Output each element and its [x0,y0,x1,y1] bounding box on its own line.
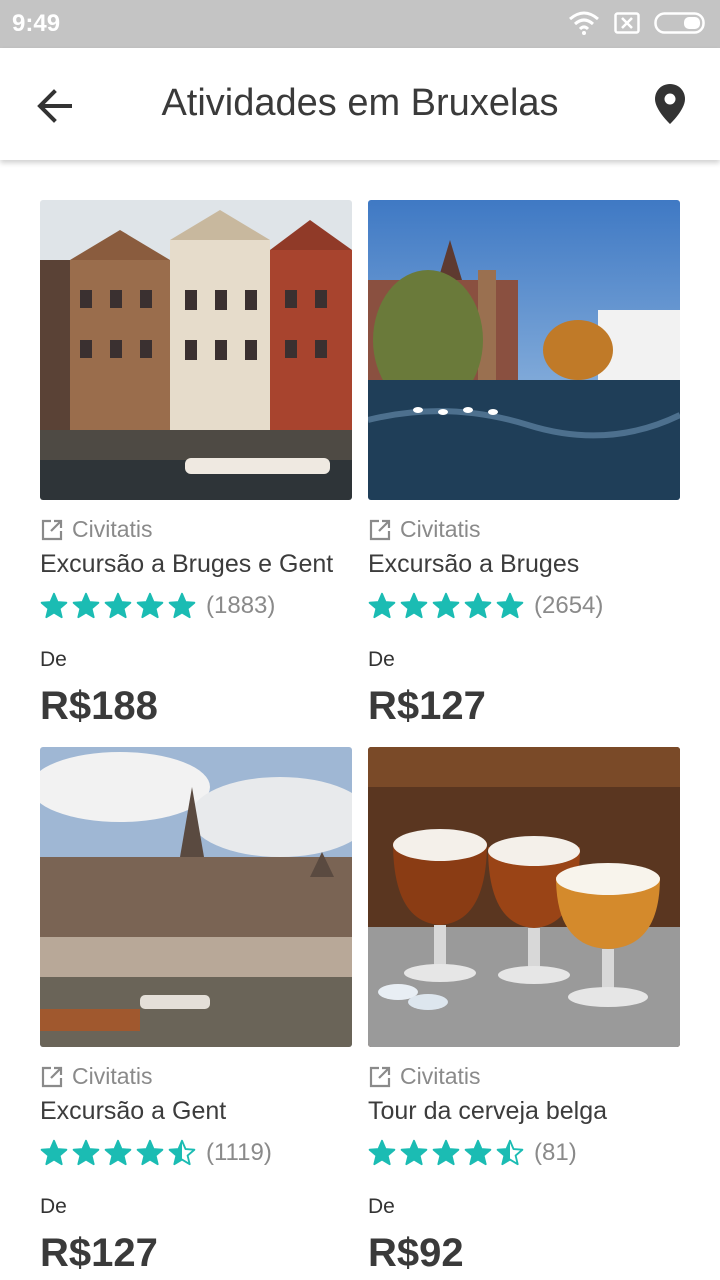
provider-label: Civitatis [40,516,153,543]
external-link-icon [369,1066,391,1087]
status-time: 9:49 [12,10,61,37]
star-full-icon [400,592,428,619]
activity-card[interactable]: Civitatis Excursão a Bruges (2654) De R$… [368,200,680,728]
star-half-icon [496,1139,524,1166]
star-full-icon [40,592,68,619]
review-count: (2654) [534,592,604,619]
star-full-icon [72,1139,100,1166]
star-rating [40,592,196,620]
star-rating [368,1139,524,1167]
star-full-icon [368,592,396,619]
star-full-icon [136,1139,164,1166]
price: R$127 [368,684,486,728]
star-full-icon [168,592,196,619]
provider-label: Civitatis [368,516,481,543]
no-sim-icon [614,12,640,34]
price-from-label: De [368,1195,395,1218]
battery-icon [654,12,705,34]
map-pin-icon[interactable] [648,82,692,126]
wifi-icon [569,11,599,35]
price-from-label: De [40,1195,67,1218]
star-full-icon [136,592,164,619]
rating: (1883) [40,592,275,620]
star-full-icon [104,1139,132,1166]
provider-name: Civitatis [72,516,153,542]
star-rating [40,1139,196,1167]
star-full-icon [40,1139,68,1166]
provider-label: Civitatis [368,1063,481,1090]
provider-name: Civitatis [72,1063,153,1089]
price-from-label: De [368,648,395,671]
external-link-icon [41,1066,63,1087]
star-rating [368,592,524,620]
rating: (1119) [40,1139,272,1167]
star-full-icon [432,592,460,619]
app-bar: Atividades em Bruxelas [0,48,720,160]
activity-image [40,200,352,500]
activity-title: Tour da cerveja belga [368,1097,608,1125]
review-count: (1883) [206,592,276,619]
price: R$188 [40,684,158,728]
activity-title: Excursão a Bruges [368,550,580,578]
activity-image [368,200,680,500]
star-full-icon [464,592,492,619]
activity-title: Excursão a Gent [40,1097,227,1125]
star-full-icon [496,592,524,619]
price-from-label: De [40,648,67,671]
review-count: (81) [534,1139,577,1166]
star-half-icon [168,1139,196,1166]
page-title: Atividades em Bruxelas [161,82,559,124]
star-full-icon [400,1139,428,1166]
price: R$92 [368,1231,464,1275]
status-bar: 9:49 [0,0,720,48]
activity-image [368,747,680,1047]
provider-label: Civitatis [40,1063,153,1090]
activity-image [40,747,352,1047]
activity-card[interactable]: Civitatis Excursão a Bruges e Gent (1883… [40,200,352,728]
star-full-icon [104,592,132,619]
star-full-icon [464,1139,492,1166]
external-link-icon [41,519,63,540]
activity-card[interactable]: Civitatis Excursão a Gent (1119) De R$12… [40,747,352,1275]
star-full-icon [72,592,100,619]
activity-card[interactable]: Civitatis Tour da cerveja belga (81) De … [368,747,680,1275]
status-icons [568,11,708,35]
external-link-icon [369,519,391,540]
provider-name: Civitatis [400,516,481,542]
review-count: (1119) [206,1139,272,1166]
star-full-icon [432,1139,460,1166]
provider-name: Civitatis [400,1063,481,1089]
star-full-icon [368,1139,396,1166]
rating: (81) [368,1139,577,1167]
rating: (2654) [368,592,603,620]
activity-title: Excursão a Bruges e Gent [40,550,334,578]
price: R$127 [40,1231,158,1275]
